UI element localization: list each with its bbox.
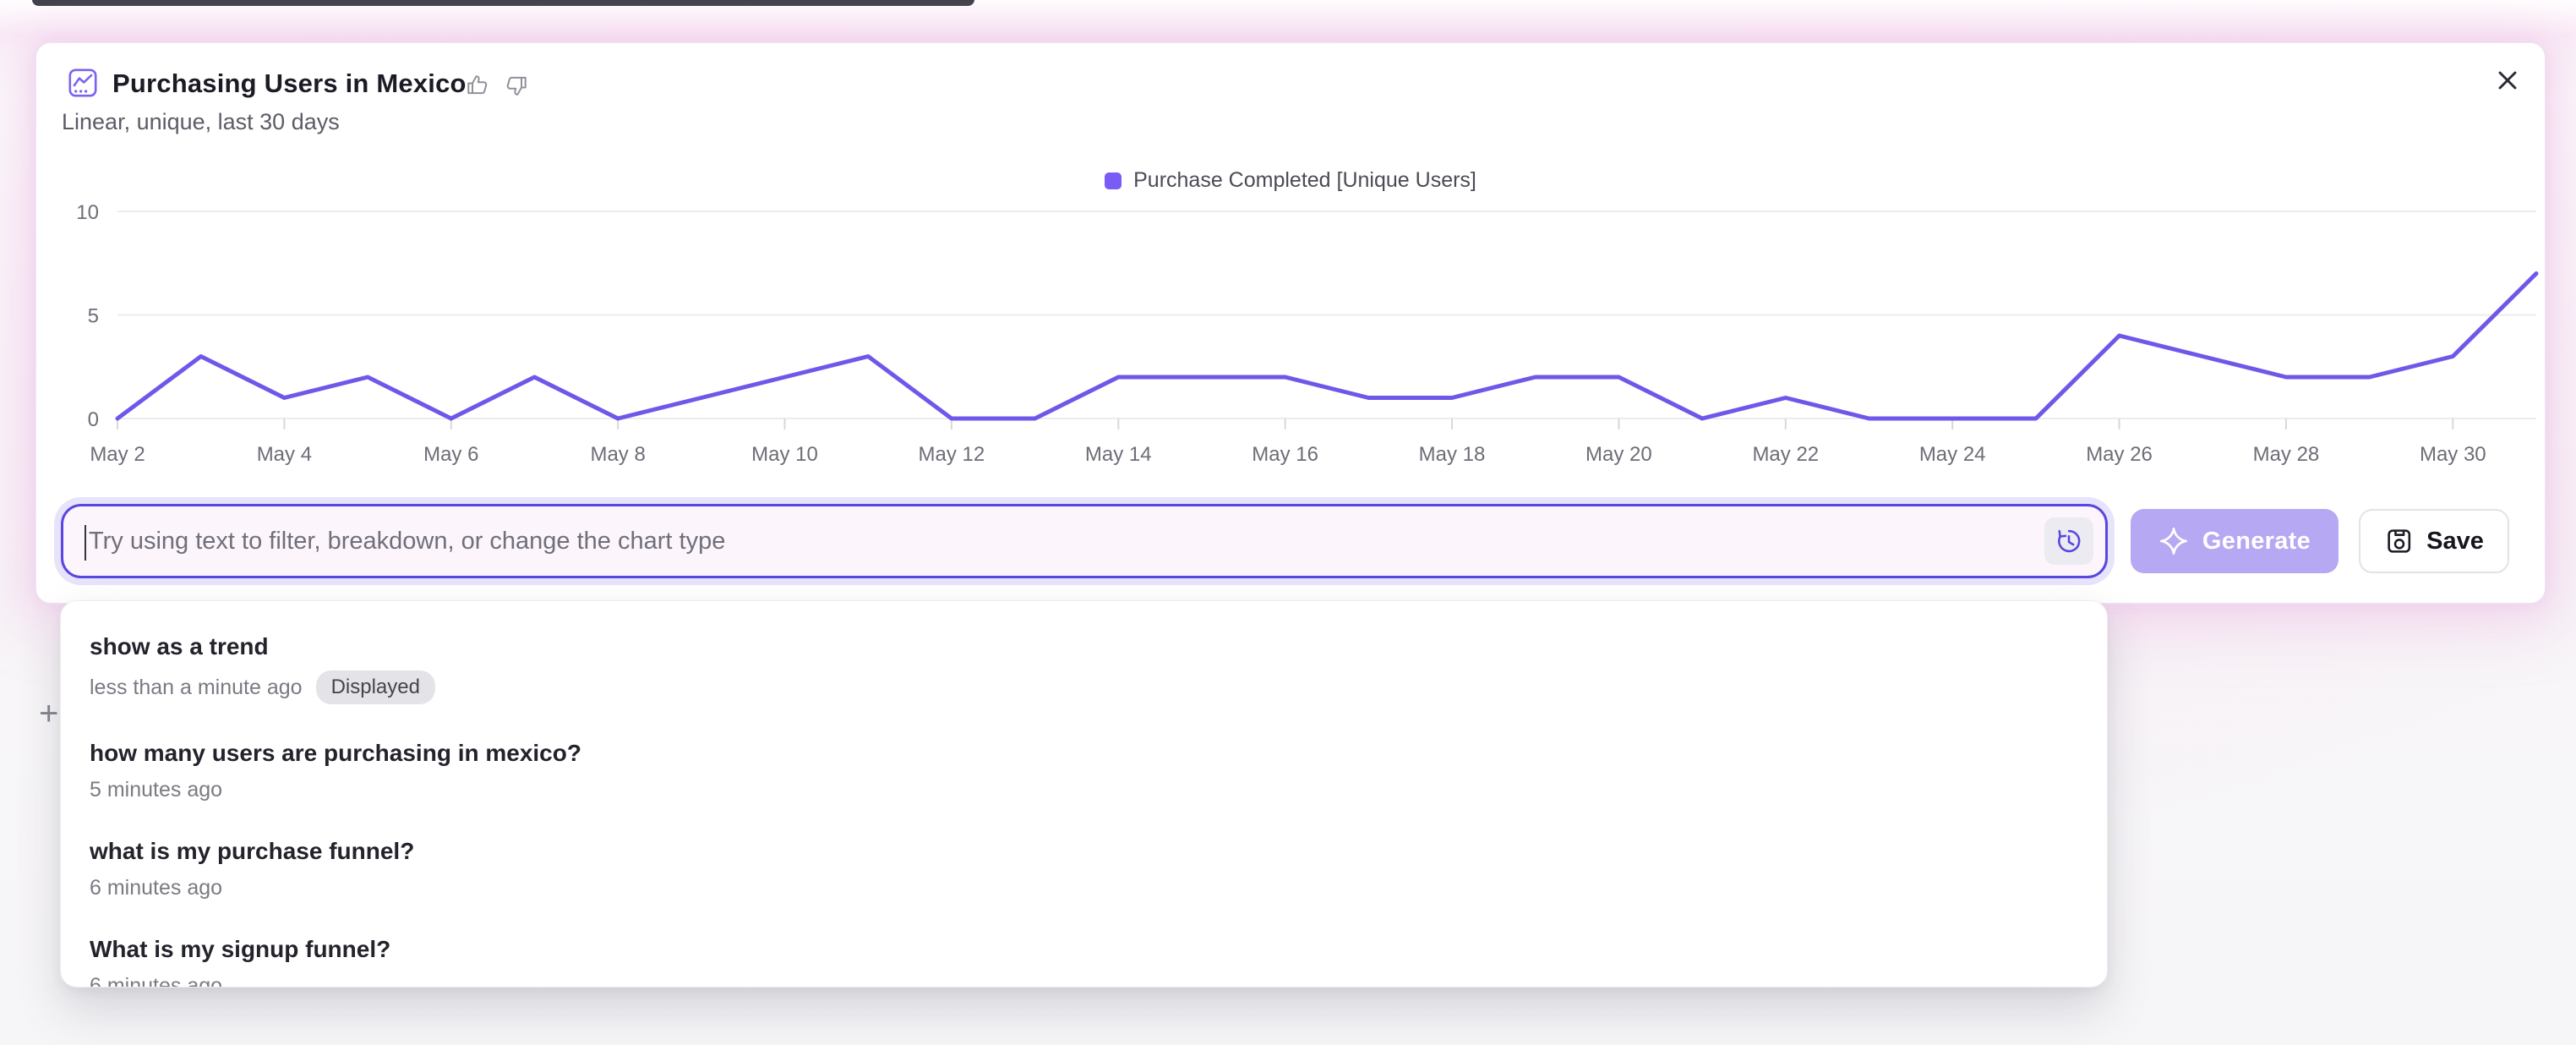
svg-text:10: 10 [76,201,99,224]
svg-text:May 24: May 24 [1919,443,1986,466]
sparkle-icon [2158,526,2189,556]
svg-text:May 14: May 14 [1085,443,1152,466]
svg-text:May 26: May 26 [2086,443,2153,466]
legend-label: Purchase Completed [Unique Users] [1133,168,1476,193]
svg-text:May 10: May 10 [751,443,818,466]
thumbs-up-button[interactable] [464,72,491,99]
chart-card: Purchasing Users in Mexico Linear, uniqu… [35,42,2546,604]
history-item[interactable]: What is my signup funnel? 6 minutes ago [90,926,2078,988]
history-item-title: how many users are purchasing in mexico? [90,738,2078,769]
svg-text:0: 0 [88,408,99,431]
text-caret [85,525,86,561]
svg-text:May 4: May 4 [257,443,312,466]
history-item[interactable]: what is my purchase funnel? 6 minutes ag… [90,828,2078,926]
history-item-time: 6 minutes ago [90,875,222,900]
ai-prompt-input[interactable] [63,506,2105,576]
svg-text:5: 5 [88,305,99,328]
save-label: Save [2426,528,2484,555]
card-title: Purchasing Users in Mexico [112,68,467,99]
svg-text:May 20: May 20 [1585,443,1652,466]
window-top-edge [32,0,974,6]
svg-text:May 2: May 2 [90,443,145,466]
svg-text:May 22: May 22 [1752,443,1819,466]
chart-type-icon [67,67,99,99]
svg-text:May 18: May 18 [1419,443,1486,466]
history-dropdown: show as a trend less than a minute ago D… [60,600,2108,988]
close-button[interactable] [2492,65,2523,96]
history-item-meta: 6 minutes ago [90,973,2078,988]
svg-text:May 12: May 12 [919,443,985,466]
page-root: + Purchasing Users in Mexico Linear, uni… [0,0,2576,1045]
history-item-meta: less than a minute ago Displayed [90,670,2078,704]
ai-prompt-field [61,504,2108,578]
history-item-title: what is my purchase funnel? [90,836,2078,867]
history-button[interactable] [2044,517,2093,565]
svg-text:May 30: May 30 [2420,443,2486,466]
svg-text:May 28: May 28 [2253,443,2320,466]
history-item-time: less than a minute ago [90,675,303,700]
history-item-title: What is my signup funnel? [90,934,2078,965]
legend-swatch [1105,172,1122,189]
history-clock-icon [2055,527,2083,555]
save-button[interactable]: Save [2359,509,2509,573]
history-item-title: show as a trend [90,632,2078,662]
history-item-meta: 6 minutes ago [90,875,2078,900]
plus-button[interactable]: + [39,695,58,733]
svg-text:May 6: May 6 [423,443,478,466]
svg-text:May 16: May 16 [1252,443,1318,466]
chart-legend: Purchase Completed [Unique Users] [36,168,2545,193]
save-icon [2384,526,2415,556]
history-item-meta: 5 minutes ago [90,777,2078,802]
displayed-badge: Displayed [316,670,435,704]
svg-text:May 8: May 8 [590,443,645,466]
line-chart: 0 5 10 May 2 May 4 May 6 May 8 May 10 May 12 May … [36,43,2545,500]
history-item[interactable]: show as a trend less than a minute ago D… [90,623,2078,730]
history-item-time: 5 minutes ago [90,777,222,802]
generate-button[interactable]: Generate [2131,509,2339,573]
history-item-time: 6 minutes ago [90,973,222,988]
generate-label: Generate [2202,528,2311,555]
history-item[interactable]: how many users are purchasing in mexico?… [90,730,2078,828]
thumbs-down-button[interactable] [503,72,530,99]
card-subtitle: Linear, unique, last 30 days [62,109,340,135]
